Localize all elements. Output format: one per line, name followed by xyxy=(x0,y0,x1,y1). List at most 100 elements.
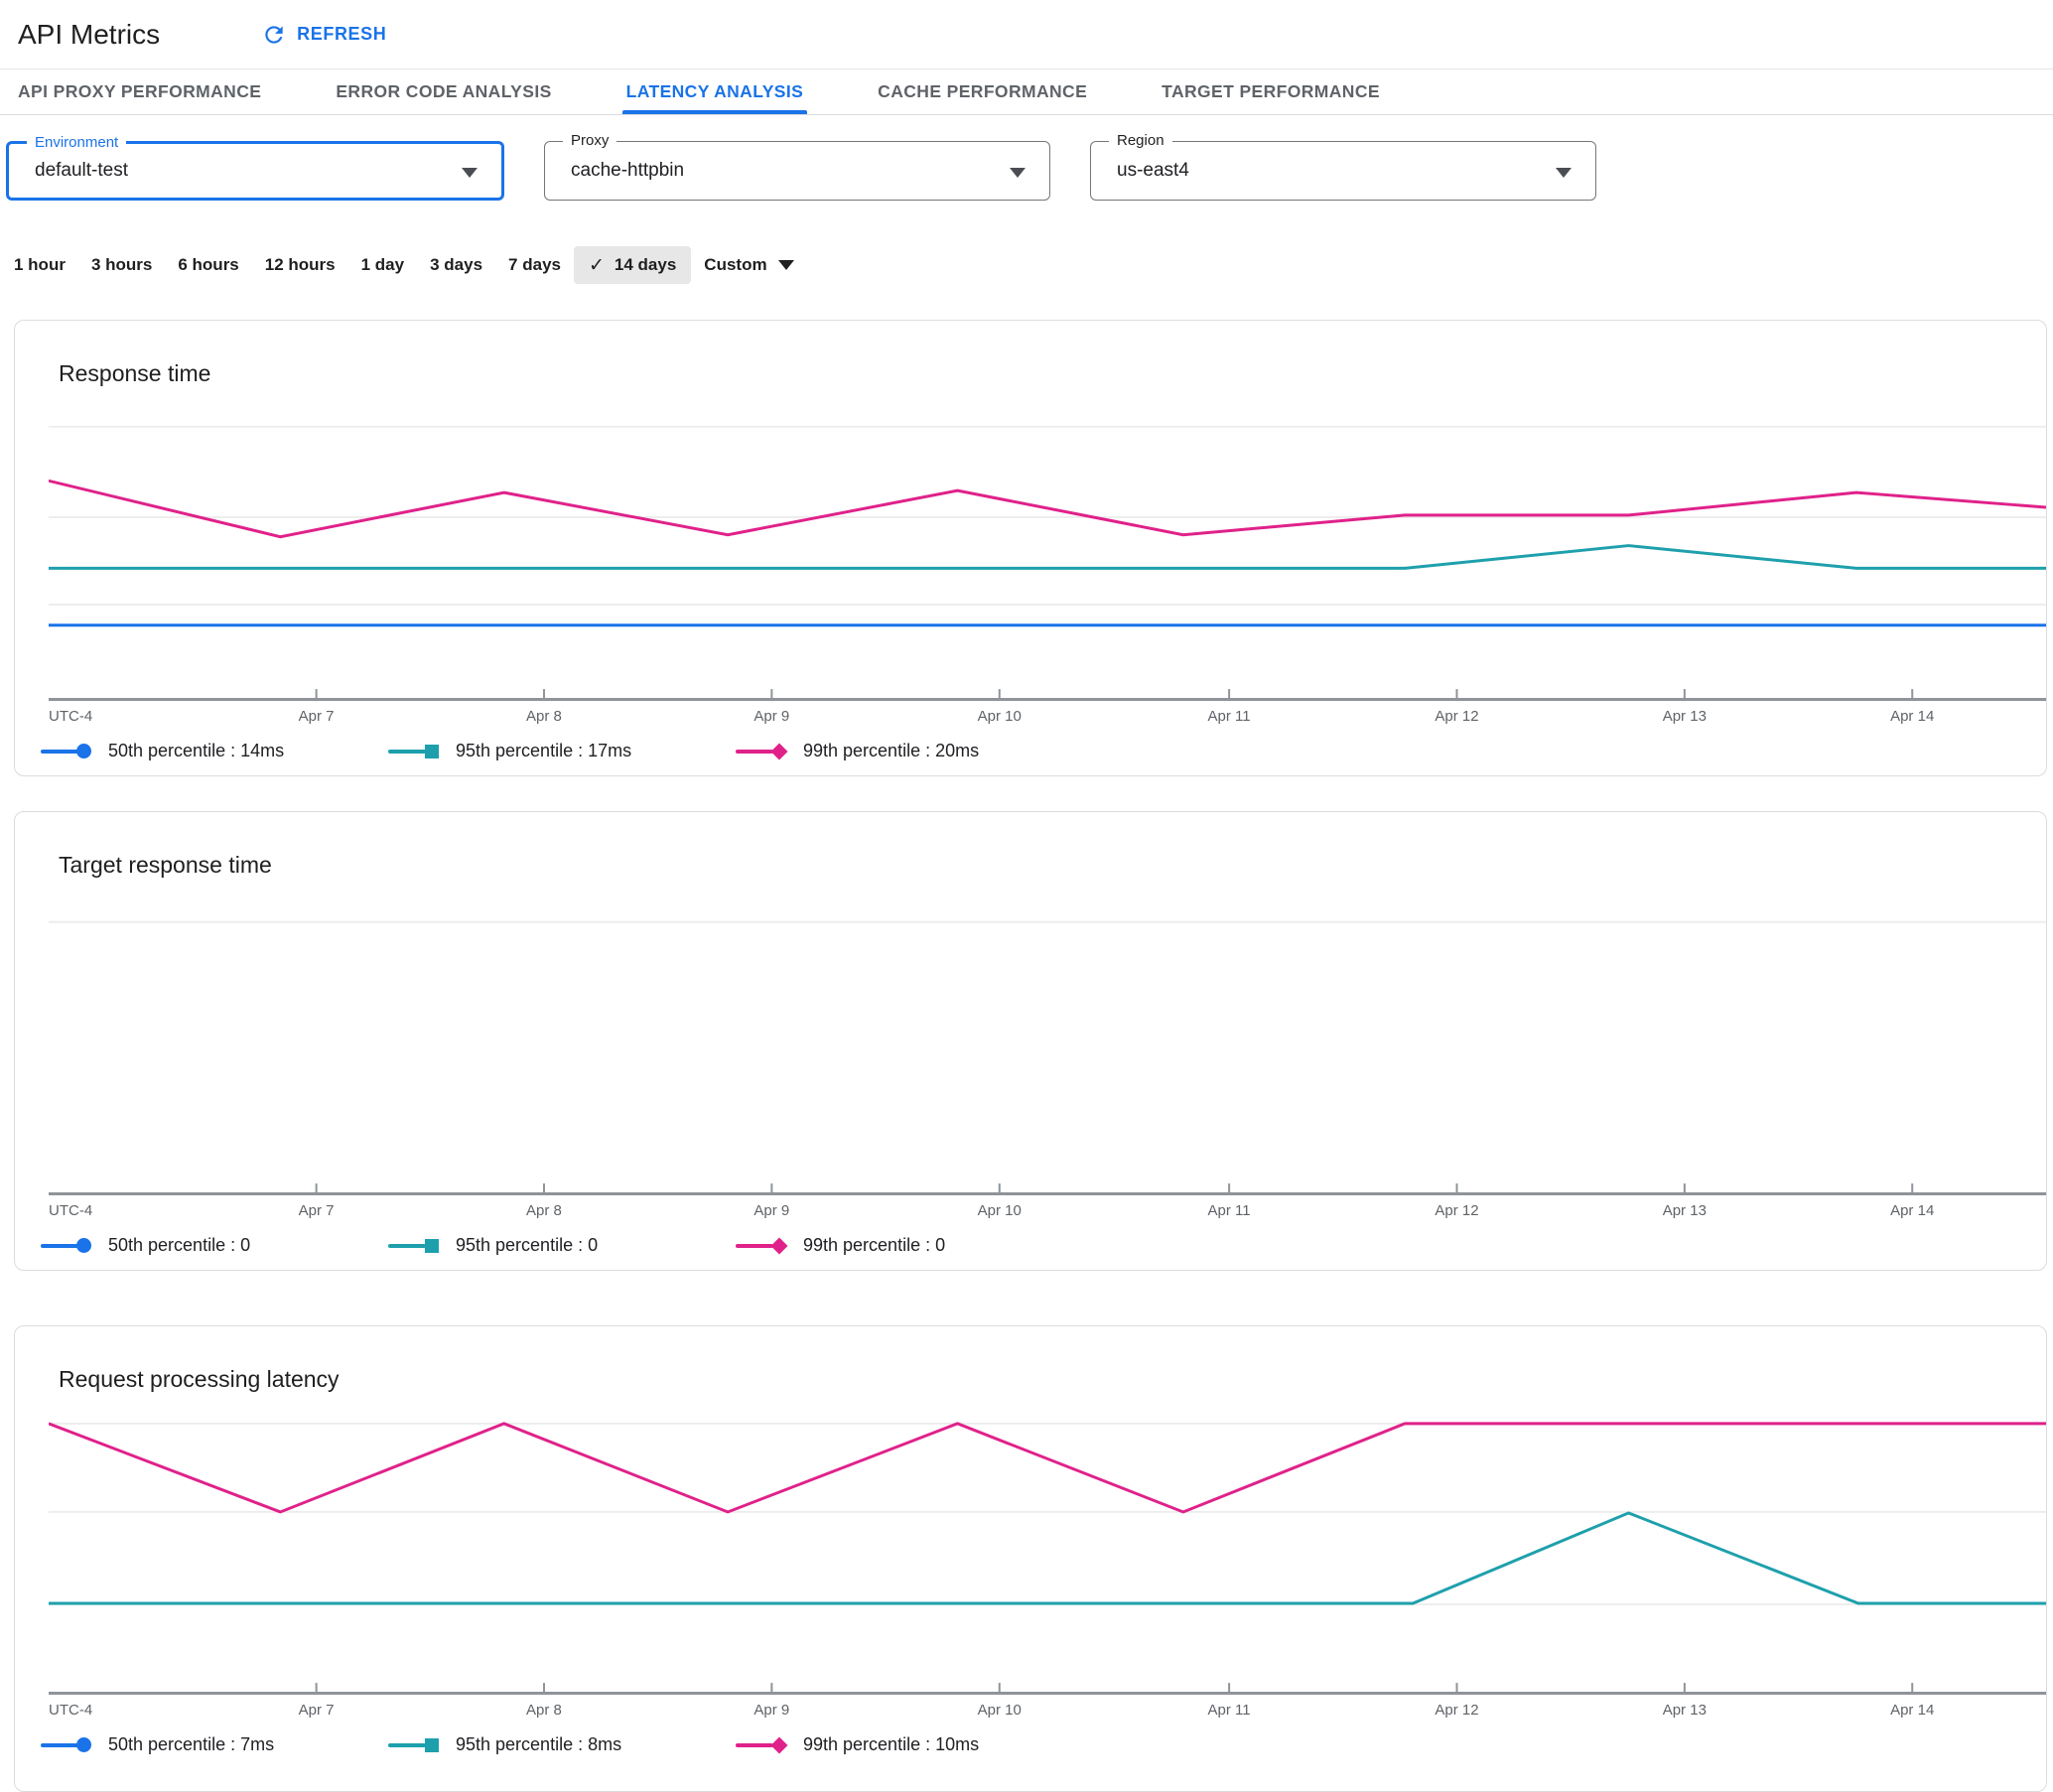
axis-tick-label: Apr 12 xyxy=(1435,708,1479,725)
axis-tick-label: Apr 14 xyxy=(1890,1202,1935,1219)
chart-legend: 50th percentile : 0 95th percentile : 0 … xyxy=(41,1235,2046,1256)
environment-label: Environment xyxy=(27,134,127,151)
tab-latency-analysis[interactable]: LATENCY ANALYSIS xyxy=(621,69,807,114)
time-range-1-hour[interactable]: 1 hour xyxy=(14,246,78,284)
legend-item-95th: 95th percentile : 0 xyxy=(388,1235,736,1256)
legend-marker-diamond-icon xyxy=(736,743,788,760)
axis-origin-label: UTC-4 xyxy=(49,1702,93,1719)
axis-tick-label: Apr 14 xyxy=(1890,1702,1935,1719)
target-response-time-card: Target response time UTC-4 Apr 7 Apr 8 Apr … xyxy=(14,811,2047,1271)
refresh-icon xyxy=(265,25,283,44)
axis-tick-label: Apr 8 xyxy=(526,708,562,725)
time-range-1-day[interactable]: 1 day xyxy=(348,246,417,284)
chart-title: Request processing latency xyxy=(59,1366,340,1392)
x-axis-labels: UTC-4 Apr 7 Apr 8 Apr 9 Apr 10 Apr 11 Apr 12 Ap… xyxy=(49,1695,2046,1723)
axis-tick-label: Apr 11 xyxy=(1207,708,1251,725)
legend-marker-diamond-icon xyxy=(736,1736,788,1754)
legend-marker-circle-icon xyxy=(41,743,92,760)
environment-select[interactable]: Environment default-test xyxy=(6,134,504,201)
request-processing-latency-chart xyxy=(49,1422,2046,1692)
legend-label: 50th percentile : 0 xyxy=(108,1235,251,1255)
axis-tick-label: Apr 13 xyxy=(1662,1202,1707,1219)
chart-title: Target response time xyxy=(59,852,272,878)
chart-plot-area xyxy=(49,409,2046,701)
axis-tick-label: Apr 9 xyxy=(753,1202,790,1219)
region-label: Region xyxy=(1109,132,1172,149)
legend-label: 99th percentile : 10ms xyxy=(803,1734,980,1754)
axis-tick-label: Apr 13 xyxy=(1662,1702,1707,1719)
time-range-6-hours[interactable]: 6 hours xyxy=(165,246,251,284)
time-range-row: 1 hour 3 hours 6 hours 12 hours 1 day 3 … xyxy=(14,246,2053,284)
time-range-14-days-label: 14 days xyxy=(614,255,677,274)
legend-marker-square-icon xyxy=(388,1237,440,1255)
proxy-value: cache-httpbin xyxy=(571,160,685,181)
axis-tick-label: Apr 10 xyxy=(977,708,1022,725)
response-time-chart xyxy=(49,425,2046,698)
axis-tick-label: Apr 12 xyxy=(1435,1202,1479,1219)
proxy-select[interactable]: Proxy cache-httpbin xyxy=(544,132,1050,201)
time-range-3-hours[interactable]: 3 hours xyxy=(78,246,165,284)
legend-item-50th: 50th percentile : 14ms xyxy=(41,741,388,761)
time-range-custom[interactable]: Custom xyxy=(691,246,806,284)
environment-value: default-test xyxy=(35,160,128,181)
axis-tick-label: Apr 10 xyxy=(977,1702,1022,1719)
proxy-label: Proxy xyxy=(563,132,617,149)
x-axis-labels: UTC-4 Apr 7 Apr 8 Apr 9 Apr 10 Apr 11 Apr 12 Ap… xyxy=(49,701,2046,729)
axis-tick-label: Apr 13 xyxy=(1662,708,1707,725)
legend-item-99th: 99th percentile : 0 xyxy=(736,1235,1083,1256)
chart-legend: 50th percentile : 7ms 95th percentile : … xyxy=(41,1734,2046,1755)
check-icon: ✓ xyxy=(588,254,605,276)
legend-marker-diamond-icon xyxy=(736,1237,788,1255)
axis-tick-label: Apr 12 xyxy=(1435,1702,1479,1719)
axis-origin-label: UTC-4 xyxy=(49,708,93,725)
filters-row: Environment default-test Proxy cache-htt… xyxy=(6,132,2053,201)
axis-tick-label: Apr 11 xyxy=(1207,1702,1251,1719)
axis-tick-label: Apr 14 xyxy=(1890,708,1935,725)
time-range-12-hours[interactable]: 12 hours xyxy=(252,246,348,284)
legend-item-50th: 50th percentile : 7ms xyxy=(41,1734,388,1755)
axis-origin-label: UTC-4 xyxy=(49,1202,93,1219)
legend-item-99th: 99th percentile : 10ms xyxy=(736,1734,1083,1755)
refresh-button[interactable]: REFRESH xyxy=(261,22,386,48)
legend-item-95th: 95th percentile : 17ms xyxy=(388,741,736,761)
axis-tick-label: Apr 8 xyxy=(526,1202,562,1219)
chart-legend: 50th percentile : 14ms 95th percentile :… xyxy=(41,741,2046,761)
chevron-down-icon xyxy=(777,260,794,270)
axis-tick-label: Apr 8 xyxy=(526,1702,562,1719)
axis-tick-label: Apr 9 xyxy=(753,708,790,725)
axis-tick-label: Apr 9 xyxy=(753,1702,790,1719)
tab-api-proxy-performance[interactable]: API PROXY PERFORMANCE xyxy=(18,69,261,114)
tab-target-performance[interactable]: TARGET PERFORMANCE xyxy=(1162,69,1380,114)
time-range-3-days[interactable]: 3 days xyxy=(417,246,495,284)
response-time-card: Response time UTC-4 Apr 7 Apr 8 Apr 9 Apr 10… xyxy=(14,320,2047,776)
request-processing-latency-card: Request processing latency UTC-4 Apr 7 Apr… xyxy=(14,1325,2047,1792)
dropdown-arrow-icon xyxy=(1010,168,1026,178)
legend-marker-square-icon xyxy=(388,1736,440,1754)
axis-tick-label: Apr 11 xyxy=(1207,1202,1251,1219)
refresh-label: REFRESH xyxy=(297,24,387,44)
chart-plot-area xyxy=(49,1415,2046,1695)
series-line-95th-percentile xyxy=(49,544,2046,570)
legend-label: 50th percentile : 7ms xyxy=(108,1734,275,1754)
time-range-14-days[interactable]: ✓ 14 days xyxy=(573,246,692,284)
legend-marker-square-icon xyxy=(388,743,440,760)
region-select[interactable]: Region us-east4 xyxy=(1090,132,1596,201)
page-header: API Metrics REFRESH xyxy=(0,0,2053,69)
legend-label: 99th percentile : 20ms xyxy=(803,741,980,760)
tab-error-code-analysis[interactable]: ERROR CODE ANALYSIS xyxy=(336,69,551,114)
x-axis-labels: UTC-4 Apr 7 Apr 8 Apr 9 Apr 10 Apr 11 Apr 12 Ap… xyxy=(49,1195,2046,1223)
time-range-custom-label: Custom xyxy=(704,255,767,274)
legend-item-95th: 95th percentile : 8ms xyxy=(388,1734,736,1755)
time-range-7-days[interactable]: 7 days xyxy=(495,246,574,284)
axis-tick-label: Apr 7 xyxy=(298,708,335,725)
legend-label: 95th percentile : 8ms xyxy=(456,1734,622,1754)
series-line-95th-percentile xyxy=(49,1511,2046,1605)
series-line-99th-percentile xyxy=(49,479,2046,539)
dropdown-arrow-icon xyxy=(462,168,478,178)
legend-marker-circle-icon xyxy=(41,1237,92,1255)
legend-label: 50th percentile : 14ms xyxy=(108,741,285,760)
chart-title: Response time xyxy=(59,360,211,386)
tab-cache-performance[interactable]: CACHE PERFORMANCE xyxy=(878,69,1087,114)
legend-marker-circle-icon xyxy=(41,1736,92,1754)
region-value: us-east4 xyxy=(1117,160,1189,181)
